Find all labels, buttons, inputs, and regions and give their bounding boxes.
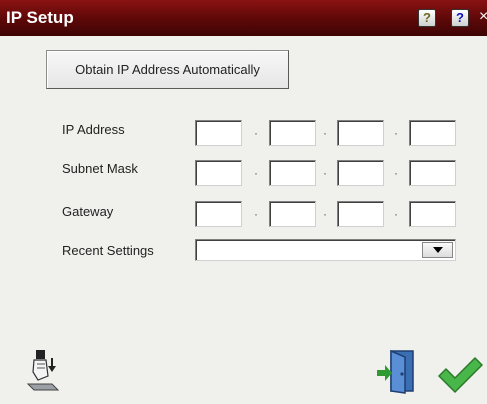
ip-address-separator: ·: [254, 126, 258, 140]
chevron-down-icon: [433, 247, 443, 253]
subnet-mask-octet-4[interactable]: [409, 160, 456, 186]
close-button[interactable]: ×: [479, 8, 487, 26]
gateway-separator: ·: [394, 207, 398, 221]
hint-button[interactable]: ?: [418, 9, 436, 27]
ip-address-octet-4[interactable]: [409, 120, 456, 146]
ip-address-separator: ·: [394, 126, 398, 140]
gateway-octet-4[interactable]: [409, 201, 456, 227]
ip-address-octet-2[interactable]: [269, 120, 316, 146]
recent-settings-dropdown[interactable]: [195, 239, 456, 261]
ip-address-octet-1[interactable]: [195, 120, 242, 146]
subnet-mask-octet-3[interactable]: [337, 160, 384, 186]
recent-settings-label: Recent Settings: [62, 243, 154, 258]
gateway-separator: ·: [254, 207, 258, 221]
subnet-mask-separator: ·: [323, 166, 327, 180]
subnet-mask-octet-2[interactable]: [269, 160, 316, 186]
exit-door-icon[interactable]: [375, 349, 417, 395]
gateway-octet-3[interactable]: [337, 201, 384, 227]
gateway-octet-1[interactable]: [195, 201, 242, 227]
gateway-separator: ·: [323, 207, 327, 221]
dropdown-arrow-button[interactable]: [422, 242, 453, 258]
gateway-label: Gateway: [62, 204, 114, 219]
gateway-octet-2[interactable]: [269, 201, 316, 227]
subnet-mask-octet-1[interactable]: [195, 160, 242, 186]
ip-address-label: IP Address: [62, 122, 125, 137]
hand-drive-transfer-icon[interactable]: [24, 346, 60, 392]
help-button[interactable]: ?: [451, 9, 469, 27]
obtain-ip-automatically-button[interactable]: Obtain IP Address Automatically: [46, 50, 289, 89]
title-bar: IP Setup ? ? ×: [0, 0, 487, 36]
ip-address-octet-3[interactable]: [337, 120, 384, 146]
hint-icon: ?: [423, 10, 431, 25]
subnet-mask-label: Subnet Mask: [62, 161, 138, 176]
window-title: IP Setup: [6, 8, 74, 27]
help-icon: ?: [456, 10, 464, 25]
subnet-mask-separator: ·: [394, 166, 398, 180]
subnet-mask-separator: ·: [254, 166, 258, 180]
ip-setup-panel: Obtain IP Address Automatically IP Addre…: [0, 36, 487, 404]
green-checkmark-icon[interactable]: [437, 356, 483, 394]
ip-address-separator: ·: [323, 126, 327, 140]
